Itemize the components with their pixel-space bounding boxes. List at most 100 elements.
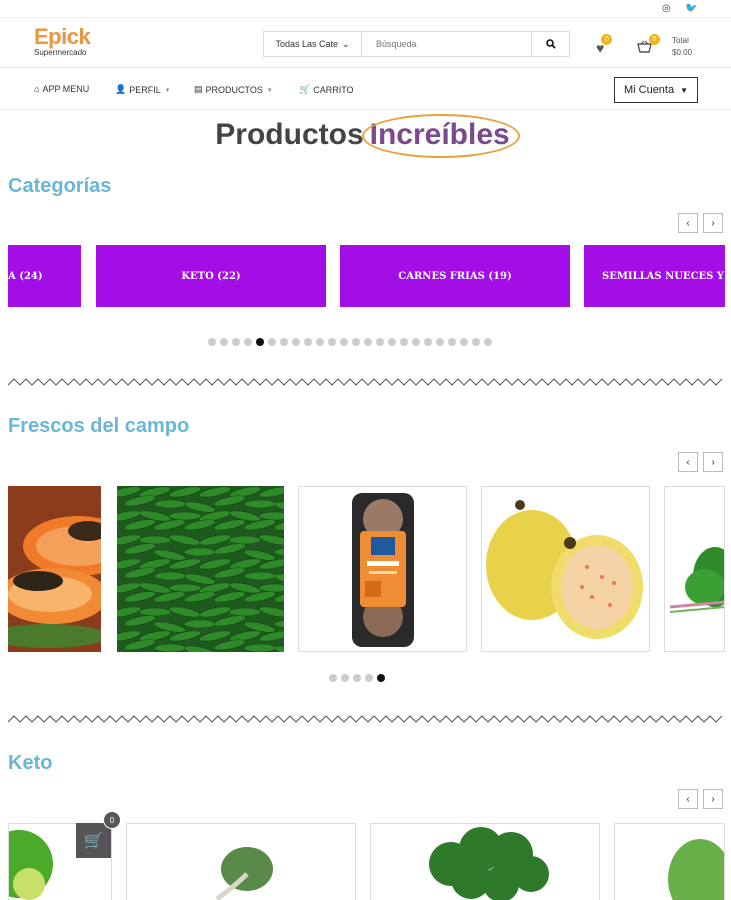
carousel-dot[interactable] [364,338,372,346]
cart-icon: 🛒 [299,84,311,94]
cart-button[interactable]: 0 [637,34,660,56]
guava-image [486,500,643,639]
total-label: Total [672,36,689,45]
carousel-dot[interactable] [352,338,360,346]
carousel-dot[interactable] [329,674,337,682]
total-value: $0.00 [672,48,693,57]
brand-name: Epick [34,24,91,49]
carousel-dot[interactable] [220,338,228,346]
carousel-dot[interactable] [365,674,373,682]
nav-productos[interactable]: ▤ PRODUCTOS ▾ [194,84,271,95]
broccoli-image [429,827,549,900]
carousel-dots [329,674,385,682]
carousel-dot[interactable] [376,338,384,346]
chevron-left-icon: ‹ [686,456,690,468]
category-select[interactable]: Todas Las Cate ⌄ [264,32,362,56]
caret-down-icon: ▾ [267,86,272,94]
chevron-right-icon: › [711,217,715,229]
carousel-dot[interactable] [424,338,432,346]
instagram-icon[interactable]: ◎ [662,3,671,14]
chevron-right-icon: › [711,793,715,805]
product-image-brocoli[interactable] [370,823,600,900]
category-card[interactable]: SEMILLAS NUECES Y [584,245,725,307]
products-icon: ▤ [194,84,203,94]
category-card[interactable]: A (24) [8,245,81,307]
carousel-dot[interactable] [304,338,312,346]
carousel-dot[interactable] [460,338,468,346]
carousel-dots [208,338,492,346]
product-image-papaya[interactable] [8,486,101,652]
search-input[interactable] [362,32,531,56]
nav-label: CARRITO [313,84,354,95]
top-bar: ◎ 🐦 [0,0,731,18]
wishlist-badge: 0 [601,34,613,45]
add-to-cart-button[interactable]: 🛒 0 [76,811,121,858]
category-card[interactable]: CARNES FRIAS (19) [340,245,570,307]
cart-count-badge: 0 [103,811,121,829]
carousel-dot[interactable] [280,338,288,346]
carousel-dot[interactable] [484,338,492,346]
category-select-label: Todas Las Cate [275,39,338,49]
carousel-dot[interactable] [340,338,348,346]
next-arrow[interactable]: › [703,789,723,809]
carousel-dot[interactable] [316,338,324,346]
kale-image [215,847,273,900]
home-icon: ⌂ [34,84,40,94]
twitter-icon[interactable]: 🐦 [685,3,697,14]
next-arrow[interactable]: › [703,213,723,233]
section-title-frescos: Frescos del campo [8,415,190,437]
search-button[interactable] [531,32,569,56]
wishlist-button[interactable]: ♥ 0 [596,34,613,56]
next-arrow[interactable]: › [703,452,723,472]
zigzag-divider [8,715,723,723]
carousel-dot[interactable] [341,674,349,682]
carousel-dot[interactable] [388,338,396,346]
chevron-left-icon: ‹ [686,217,690,229]
carousel-dot[interactable] [400,338,408,346]
product-image-col[interactable] [126,823,356,900]
carousel-dot[interactable] [256,338,264,346]
user-icon: 👤 [115,84,127,94]
carousel-dot[interactable] [268,338,276,346]
carousel-dot[interactable] [328,338,336,346]
carousel-dot[interactable] [448,338,456,346]
mushroom-pack-image [352,493,414,647]
nav-perfil[interactable]: 👤 PERFIL ▾ [115,84,169,95]
product-image-guayaba[interactable] [481,486,650,652]
nav-carrito[interactable]: 🛒 CARRITO [299,84,354,95]
hero-highlight: Increíbles [361,114,520,158]
prev-arrow[interactable]: ‹ [678,789,698,809]
carousel-dot[interactable] [208,338,216,346]
account-dropdown[interactable]: Mi Cuenta ▼ [614,77,698,103]
caret-down-icon: ▾ [165,86,170,94]
chiles-image [117,486,284,652]
carousel-dot[interactable] [436,338,444,346]
chevron-left-icon: ‹ [686,793,690,805]
product-image-chiles[interactable] [117,486,284,652]
cart-badge: 0 [649,34,660,45]
avocado-image [668,839,724,900]
category-label: SEMILLAS NUECES Y [602,270,725,282]
hero-part1: Productos [215,118,364,151]
product-image-aguacate[interactable] [614,823,725,900]
nav-label: PERFIL [129,84,161,95]
logo[interactable]: Epick Supermercado [34,24,91,57]
nav-label: PRODUCTOS [205,84,263,95]
carousel-dot[interactable] [232,338,240,346]
cart-total: Total $0.00 [672,35,692,59]
hero-title: Productos Increíbles [0,114,731,158]
nav-app-menu[interactable]: ⌂ APP MENU [34,84,89,94]
carousel-dot[interactable] [292,338,300,346]
carousel-dot[interactable] [377,674,385,682]
carousel-dot[interactable] [412,338,420,346]
carousel-dot[interactable] [244,338,252,346]
category-card[interactable]: KETO (22) [96,245,326,307]
spinach-image [669,547,724,613]
prev-arrow[interactable]: ‹ [678,452,698,472]
product-image-espinaca[interactable] [664,486,725,652]
carousel-dot[interactable] [472,338,480,346]
zigzag-divider [8,378,723,386]
carousel-dot[interactable] [353,674,361,682]
prev-arrow[interactable]: ‹ [678,213,698,233]
product-image-portobello[interactable] [298,486,467,652]
